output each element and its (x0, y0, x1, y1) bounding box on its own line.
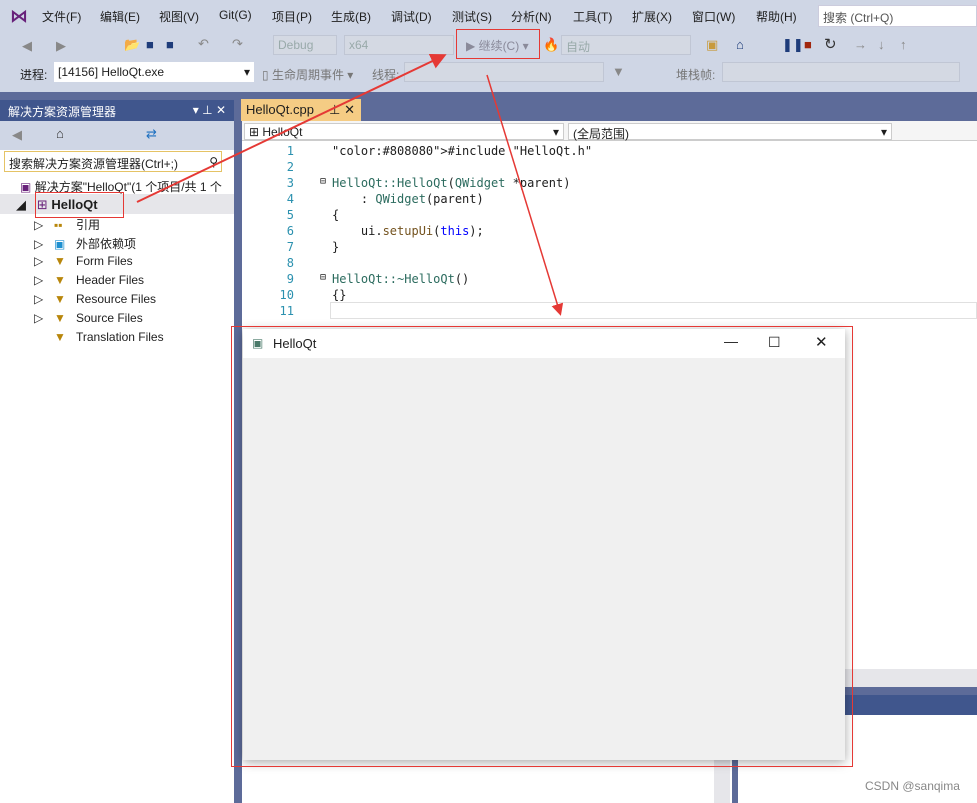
arrow-1 (136, 53, 447, 203)
watermark: CSDN @sanqima (865, 779, 960, 793)
annotation-arrows (136, 53, 564, 316)
arrow-2 (486, 74, 564, 316)
